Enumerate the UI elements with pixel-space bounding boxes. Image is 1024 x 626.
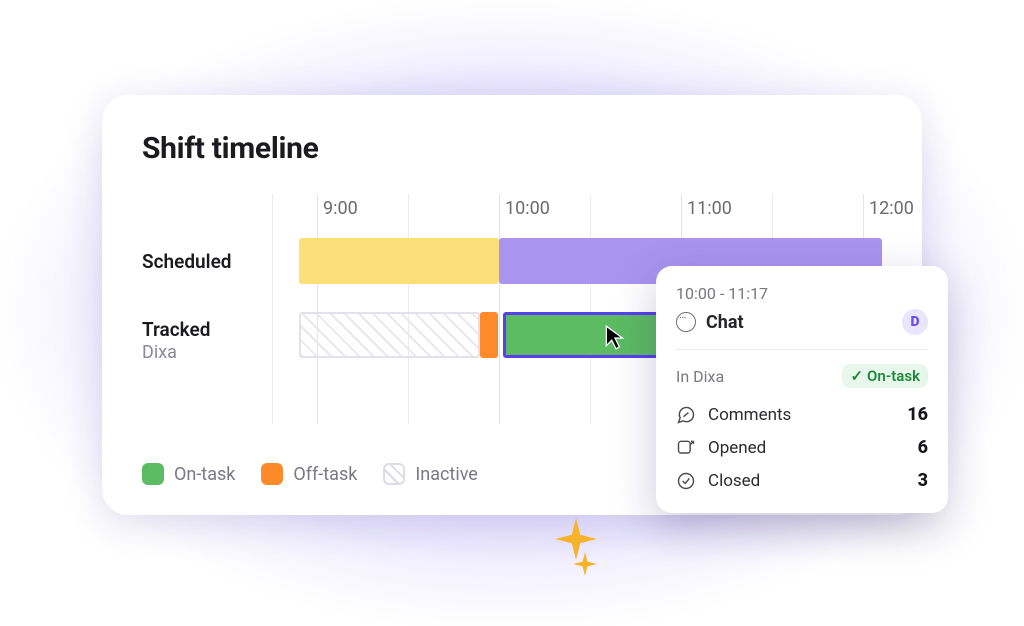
tooltip-channel: Chat (706, 312, 892, 333)
gridline (272, 194, 273, 424)
tooltip-context-label: In Dixa (676, 367, 724, 386)
swatch-inactive (383, 463, 405, 485)
hour-label: 12:00 (869, 198, 914, 219)
row-label-scheduled: Scheduled (142, 250, 232, 273)
metric-value: 6 (918, 437, 928, 458)
hour-label: 11:00 (687, 198, 732, 219)
metric-comments: Comments 16 (676, 398, 928, 431)
segment-tooltip: 10:00 - 11:17 Chat D In Dixa ✓On-task Co… (656, 266, 948, 513)
tooltip-time-range: 10:00 - 11:17 (676, 284, 928, 303)
legend-label: On-task (174, 464, 235, 485)
metric-value: 16 (907, 404, 928, 425)
row-label-tracked: Tracked (142, 318, 210, 341)
hour-label: 9:00 (323, 198, 358, 219)
page-title: Shift timeline (142, 131, 882, 166)
legend: On-task Off-task Inactive (142, 463, 478, 485)
legend-label: Off-task (293, 464, 357, 485)
legend-inactive: Inactive (383, 463, 477, 485)
metric-value: 3 (918, 470, 928, 491)
gridline (408, 194, 409, 424)
hour-label: 10:00 (505, 198, 550, 219)
gridline-9 (317, 194, 318, 424)
gridline (590, 194, 591, 424)
chat-icon (676, 312, 696, 332)
legend-on-task: On-task (142, 463, 235, 485)
status-badge: ✓On-task (842, 364, 928, 388)
swatch-off-task (261, 463, 283, 485)
check-icon: ✓ (850, 367, 863, 385)
row-sublabel-tracked-source: Dixa (142, 342, 177, 363)
brand-badge-icon: D (902, 309, 928, 335)
status-badge-label: On-task (867, 367, 920, 385)
metric-label: Comments (708, 405, 895, 425)
metric-label: Opened (708, 438, 906, 458)
sparkle-icon (573, 552, 597, 576)
tracked-segment-off-task[interactable] (480, 312, 498, 358)
metric-opened: Opened 6 (676, 431, 928, 464)
comments-icon (676, 405, 696, 425)
swatch-on-task (142, 463, 164, 485)
closed-icon (676, 471, 696, 491)
tracked-segment-inactive[interactable] (299, 312, 480, 358)
scheduled-segment-1[interactable] (299, 238, 499, 284)
legend-off-task: Off-task (261, 463, 357, 485)
legend-label: Inactive (415, 464, 477, 485)
metric-closed: Closed 3 (676, 464, 928, 497)
metric-label: Closed (708, 471, 906, 491)
opened-icon (676, 438, 696, 458)
gridline-10 (499, 194, 500, 424)
